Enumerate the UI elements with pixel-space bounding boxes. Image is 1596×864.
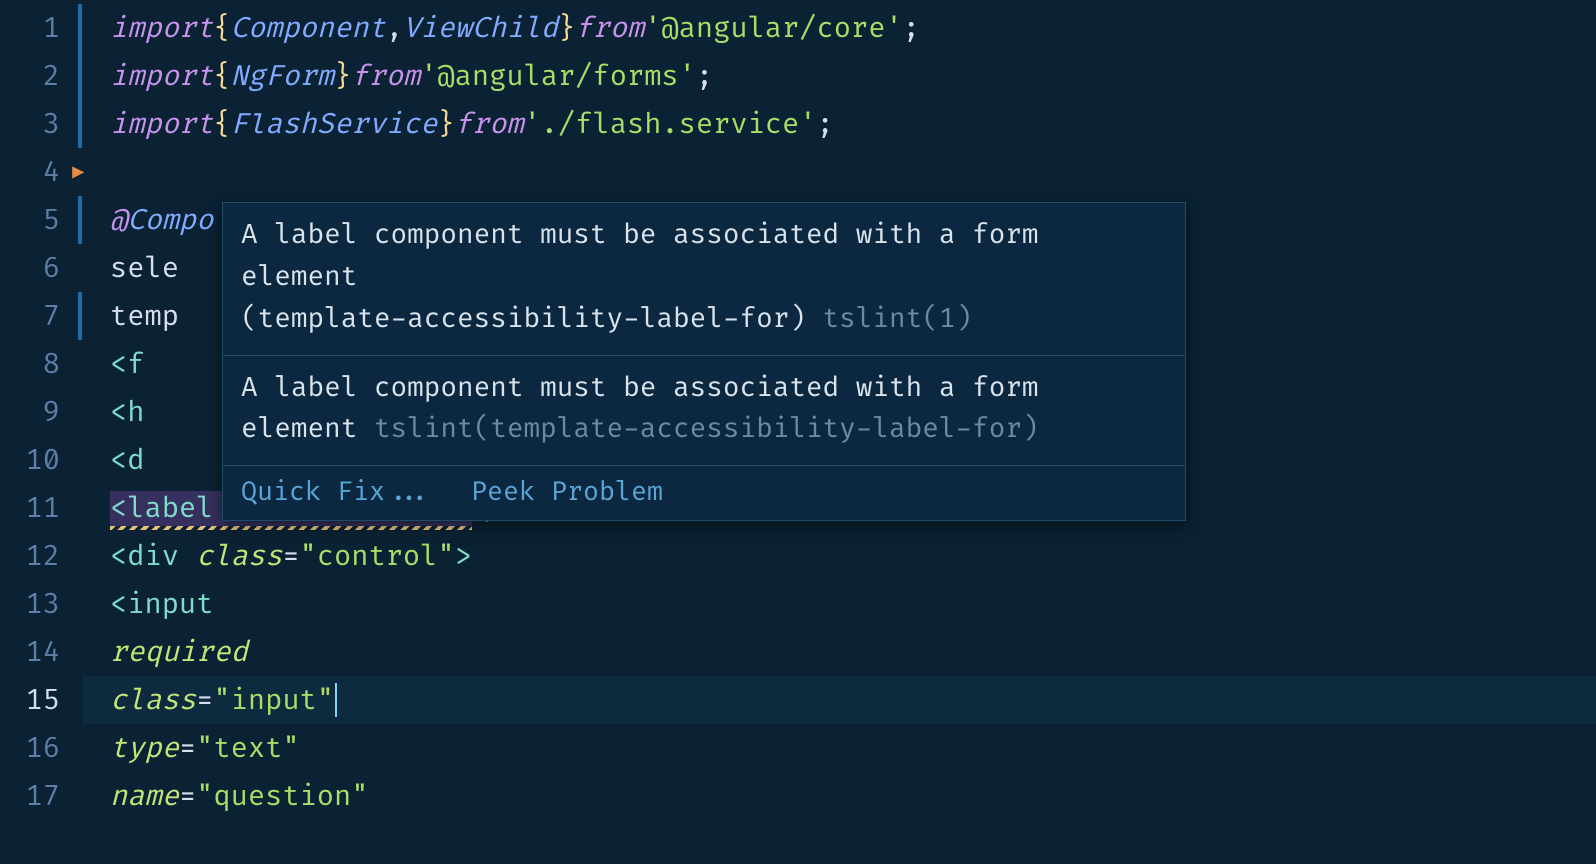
code-line[interactable]: import { Component, ViewChild } from '@a… xyxy=(82,4,1596,52)
line-number: 8 xyxy=(0,340,82,388)
code-editor: 1 2 3 4▶ 5 6 7 8 9 10 11 12 13 14 15 16 … xyxy=(0,0,1596,864)
peek-problem-link[interactable]: Peek Problem xyxy=(471,476,663,508)
line-number: 4▶ xyxy=(0,148,82,196)
code-line[interactable]: <div class="control"> xyxy=(82,532,1596,580)
text-cursor xyxy=(335,683,337,717)
line-number: 12 xyxy=(0,532,82,580)
code-line[interactable]: import { NgForm } from '@angular/forms'; xyxy=(82,52,1596,100)
hover-text: A label component must be associated wit… xyxy=(241,219,1039,294)
line-number: 16 xyxy=(0,724,82,772)
line-number: 10 xyxy=(0,436,82,484)
problem-hover-tooltip: A label component must be associated wit… xyxy=(222,202,1186,521)
hover-text: A label component must be associated wit… xyxy=(241,372,1039,405)
line-number: 13 xyxy=(0,580,82,628)
line-number: 3 xyxy=(0,100,82,148)
hover-message: A label component must be associated wit… xyxy=(223,356,1185,467)
line-number: 5 xyxy=(0,196,82,244)
hover-actions: Quick Fix... Peek Problem xyxy=(223,466,1185,520)
line-number: 7 xyxy=(0,292,82,340)
code-line[interactable] xyxy=(82,148,1596,196)
code-line-active[interactable]: class="input" xyxy=(82,676,1596,724)
hover-text: element xyxy=(241,413,374,446)
hover-message: A label component must be associated wit… xyxy=(223,203,1185,356)
line-number: 17 xyxy=(0,772,82,820)
hover-source: tslint(1) xyxy=(823,303,973,336)
line-number: 2 xyxy=(0,52,82,100)
quick-fix-link[interactable]: Quick Fix... xyxy=(241,476,433,508)
line-number-gutter: 1 2 3 4▶ 5 6 7 8 9 10 11 12 13 14 15 16 … xyxy=(0,0,82,864)
line-number: 14 xyxy=(0,628,82,676)
code-line[interactable]: required xyxy=(82,628,1596,676)
code-line[interactable]: import { FlashService } from './flash.se… xyxy=(82,100,1596,148)
code-line[interactable]: <input xyxy=(82,580,1596,628)
code-line[interactable]: type="text" xyxy=(82,724,1596,772)
line-number: 6 xyxy=(0,244,82,292)
line-number: 1 xyxy=(0,4,82,52)
line-number-current: 15 xyxy=(0,676,82,724)
code-line[interactable]: name="question" xyxy=(82,772,1596,820)
line-number: 11 xyxy=(0,484,82,532)
hover-source: tslint(template-accessibility-label-for) xyxy=(374,413,1039,446)
line-number: 9 xyxy=(0,388,82,436)
hover-text: (template-accessibility-label-for) xyxy=(241,303,823,336)
